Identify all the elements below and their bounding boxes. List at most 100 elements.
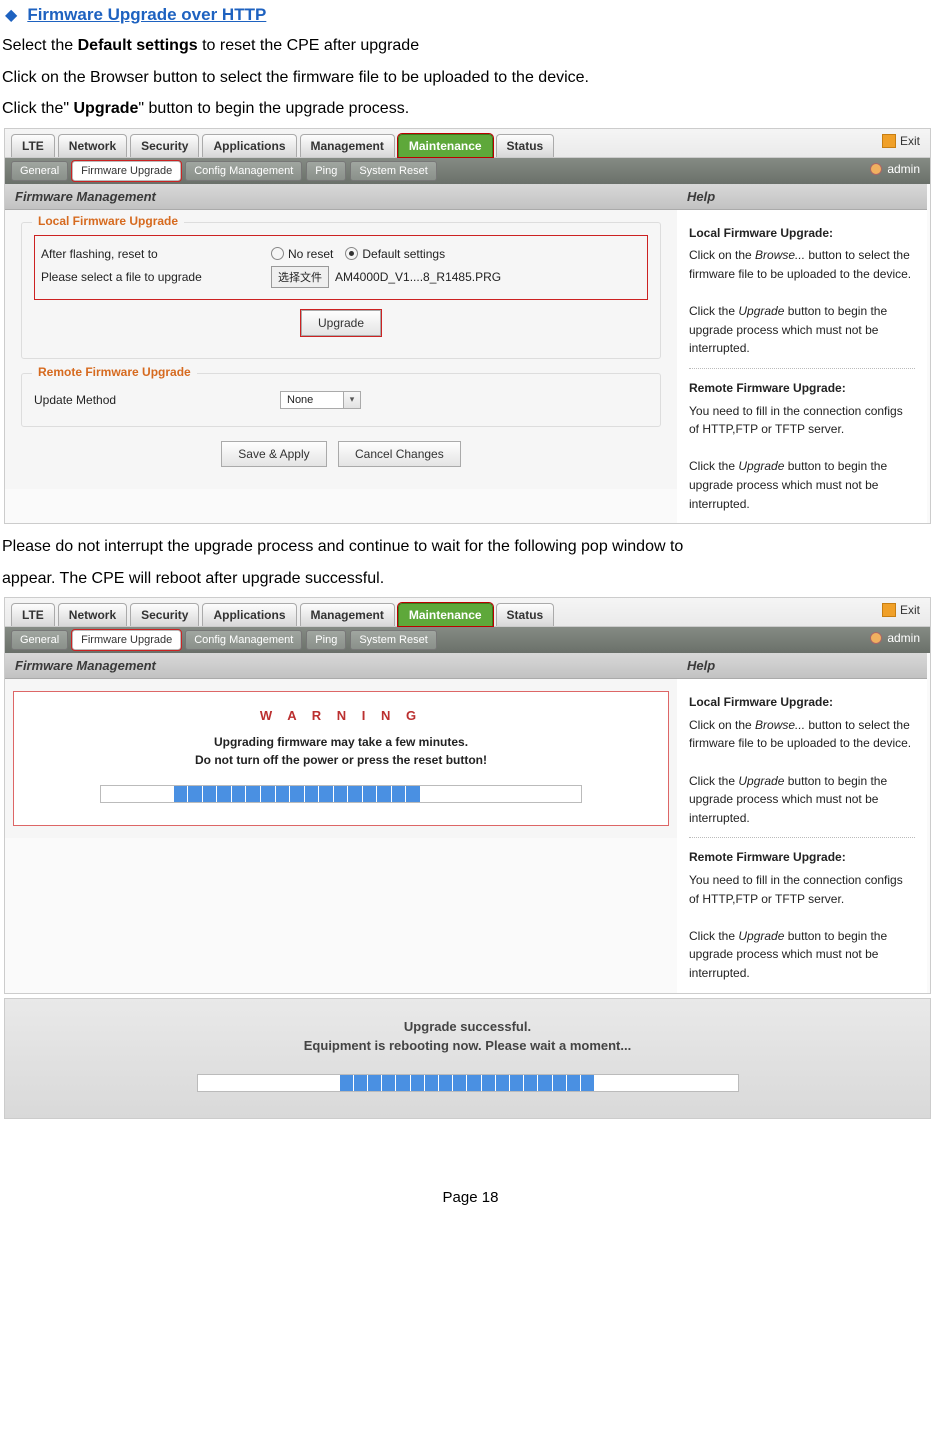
main-tabs: LTE Network Security Applications Manage… — [11, 134, 554, 157]
label-select-file: Please select a file to upgrade — [41, 270, 271, 284]
help-text: Click the Upgrade button to begin the up… — [689, 457, 915, 513]
help-body: Local Firmware Upgrade: Click on the Bro… — [677, 679, 927, 992]
subtab-firmware-upgrade[interactable]: Firmware Upgrade — [72, 630, 181, 650]
doc-section-heading: ◆ Firmware Upgrade over HTTP — [5, 5, 941, 25]
row-select-file: Please select a file to upgrade 选择文件 AM4… — [41, 266, 641, 288]
upgrade-success-bar: Upgrade successful. Equipment is rebooti… — [4, 998, 931, 1119]
remote-upgrade-fieldset: Remote Firmware Upgrade Update Method No… — [21, 373, 661, 427]
highlight-box: After flashing, reset to No reset Defaul… — [34, 235, 648, 300]
help-local-hdr: Local Firmware Upgrade: — [689, 693, 915, 712]
sub-bar: General Firmware Upgrade Config Manageme… — [5, 158, 930, 184]
radio-default-settings[interactable]: Default settings — [345, 247, 445, 261]
panel-title-help: Help — [677, 184, 927, 210]
upgrade-button[interactable]: Upgrade — [301, 310, 381, 336]
tab-maintenance[interactable]: Maintenance — [398, 134, 493, 157]
help-body: Local Firmware Upgrade: Click on the Bro… — [677, 210, 927, 523]
progress-bar — [197, 1074, 739, 1092]
main-topbar: LTE Network Security Applications Manage… — [5, 598, 930, 627]
save-apply-button[interactable]: Save & Apply — [221, 441, 326, 467]
chevron-down-icon: ▾ — [344, 391, 361, 409]
help-text: Click the Upgrade button to begin the up… — [689, 302, 915, 358]
subtab-ping[interactable]: Ping — [306, 161, 346, 181]
tab-network[interactable]: Network — [58, 603, 127, 626]
tab-security[interactable]: Security — [130, 603, 199, 626]
subtab-general[interactable]: General — [11, 161, 68, 181]
screenshot-1: LTE Network Security Applications Manage… — [4, 128, 931, 524]
doc-text-line: Please do not interrupt the upgrade proc… — [2, 534, 941, 560]
select-value: None — [280, 391, 344, 409]
panel-title-left: Firmware Management — [5, 653, 677, 679]
help-text: Click on the Browse... button to select … — [689, 246, 915, 283]
help-text: Click the Upgrade button to begin the up… — [689, 772, 915, 828]
progress-bar — [100, 785, 582, 803]
tab-lte[interactable]: LTE — [11, 603, 55, 626]
subtab-config-management[interactable]: Config Management — [185, 630, 302, 650]
help-text: Click the Upgrade button to begin the up… — [689, 927, 915, 983]
doc-text-line: Select the Default settings to reset the… — [2, 33, 941, 59]
tab-management[interactable]: Management — [300, 134, 395, 157]
tab-status[interactable]: Status — [496, 603, 555, 626]
sub-tabs: General Firmware Upgrade Config Manageme… — [11, 630, 437, 650]
selected-filename: AM4000D_V1....8_R1485.PRG — [335, 270, 501, 284]
radio-no-reset[interactable]: No reset — [271, 247, 333, 261]
exit-icon — [882, 134, 896, 148]
tab-lte[interactable]: LTE — [11, 134, 55, 157]
tab-network[interactable]: Network — [58, 134, 127, 157]
row-update-method: Update Method None ▾ — [34, 391, 648, 409]
sub-tabs: General Firmware Upgrade Config Manageme… — [11, 161, 437, 181]
subtab-system-reset[interactable]: System Reset — [350, 161, 436, 181]
tab-status[interactable]: Status — [496, 134, 555, 157]
panel-title-left: Firmware Management — [5, 184, 677, 210]
subtab-config-management[interactable]: Config Management — [185, 161, 302, 181]
main-tabs: LTE Network Security Applications Manage… — [11, 603, 554, 626]
local-upgrade-fieldset: Local Firmware Upgrade After flashing, r… — [21, 222, 661, 359]
help-remote-hdr: Remote Firmware Upgrade: — [689, 379, 915, 398]
help-text: You need to fill in the connection confi… — [689, 871, 915, 908]
panel-title-help: Help — [677, 653, 927, 679]
user-name: admin — [887, 631, 920, 645]
heading-title: Firmware Upgrade over HTTP — [27, 5, 266, 25]
doc-text-line: Click the" Upgrade" button to begin the … — [2, 96, 941, 122]
help-text: You need to fill in the connection confi… — [689, 402, 915, 439]
tab-applications[interactable]: Applications — [202, 603, 296, 626]
warning-title: W A R N I N G — [26, 708, 656, 723]
user-icon — [870, 163, 882, 175]
label-reset-to: After flashing, reset to — [41, 247, 271, 261]
row-reset-to: After flashing, reset to No reset Defaul… — [41, 247, 641, 261]
user-indicator[interactable]: admin — [870, 631, 920, 645]
label-update-method: Update Method — [34, 393, 280, 407]
subtab-firmware-upgrade[interactable]: Firmware Upgrade — [72, 161, 181, 181]
exit-link[interactable]: Exit — [882, 134, 920, 148]
update-method-select[interactable]: None ▾ — [280, 391, 361, 409]
warning-text: Upgrading firmware may take a few minute… — [26, 733, 656, 769]
exit-label: Exit — [900, 603, 920, 617]
help-text: Click on the Browse... button to select … — [689, 716, 915, 753]
page-number: Page 18 — [0, 1189, 941, 1206]
user-icon — [870, 632, 882, 644]
warning-box: W A R N I N G Upgrading firmware may tak… — [13, 691, 669, 826]
user-indicator[interactable]: admin — [870, 162, 920, 176]
exit-icon — [882, 603, 896, 617]
user-name: admin — [887, 162, 920, 176]
tab-security[interactable]: Security — [130, 134, 199, 157]
screenshot-2: LTE Network Security Applications Manage… — [4, 597, 931, 993]
help-remote-hdr: Remote Firmware Upgrade: — [689, 848, 915, 867]
subtab-ping[interactable]: Ping — [306, 630, 346, 650]
choose-file-button[interactable]: 选择文件 — [271, 266, 329, 288]
doc-text-line: appear. The CPE will reboot after upgrad… — [2, 566, 941, 592]
sub-bar: General Firmware Upgrade Config Manageme… — [5, 627, 930, 653]
diamond-icon: ◆ — [5, 5, 17, 25]
subtab-general[interactable]: General — [11, 630, 68, 650]
doc-text-line: Click on the Browser button to select th… — [2, 65, 941, 91]
remote-legend: Remote Firmware Upgrade — [32, 365, 197, 379]
exit-label: Exit — [900, 134, 920, 148]
success-text: Upgrade successful. Equipment is rebooti… — [5, 1017, 930, 1056]
main-topbar: LTE Network Security Applications Manage… — [5, 129, 930, 158]
tab-maintenance[interactable]: Maintenance — [398, 603, 493, 626]
tab-applications[interactable]: Applications — [202, 134, 296, 157]
help-local-hdr: Local Firmware Upgrade: — [689, 224, 915, 243]
subtab-system-reset[interactable]: System Reset — [350, 630, 436, 650]
cancel-changes-button[interactable]: Cancel Changes — [338, 441, 461, 467]
exit-link[interactable]: Exit — [882, 603, 920, 617]
tab-management[interactable]: Management — [300, 603, 395, 626]
